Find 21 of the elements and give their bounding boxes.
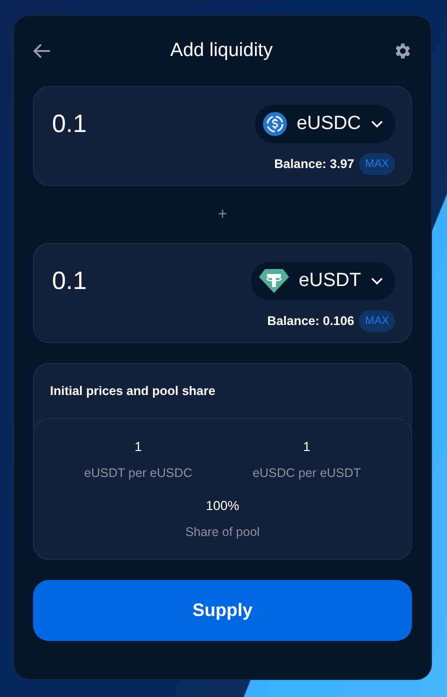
stat-label: Share of pool [185, 525, 260, 539]
token-selector[interactable]: eUSDC [254, 105, 395, 143]
balance-text: Balance: 3.97 [274, 157, 354, 171]
stat-value: 1 [134, 439, 142, 454]
amount-field[interactable]: 0.1 [52, 110, 202, 138]
stat-label: eUSDT per eUSDC [84, 466, 192, 480]
supply-button[interactable]: Supply [33, 580, 412, 641]
stat-value: 100% [206, 498, 240, 513]
plus-sign: + [218, 205, 228, 225]
chevron-icon [371, 120, 383, 128]
stat-label: eUSDC per eUSDT [252, 466, 361, 480]
page-title: Add liquidity [170, 40, 273, 62]
chevron-icon [371, 277, 383, 285]
tether-icon [258, 268, 289, 294]
section-title: Initial prices and pool share [49, 383, 216, 400]
back-arrow-icon[interactable] [33, 43, 51, 59]
coin-icon [262, 112, 287, 136]
token-selector[interactable]: eUSDT [250, 262, 395, 300]
amount-field[interactable]: 0.1 [52, 266, 202, 296]
stat-value: 1 [303, 439, 310, 454]
balance-text: Balance: 0.106 [267, 314, 354, 328]
